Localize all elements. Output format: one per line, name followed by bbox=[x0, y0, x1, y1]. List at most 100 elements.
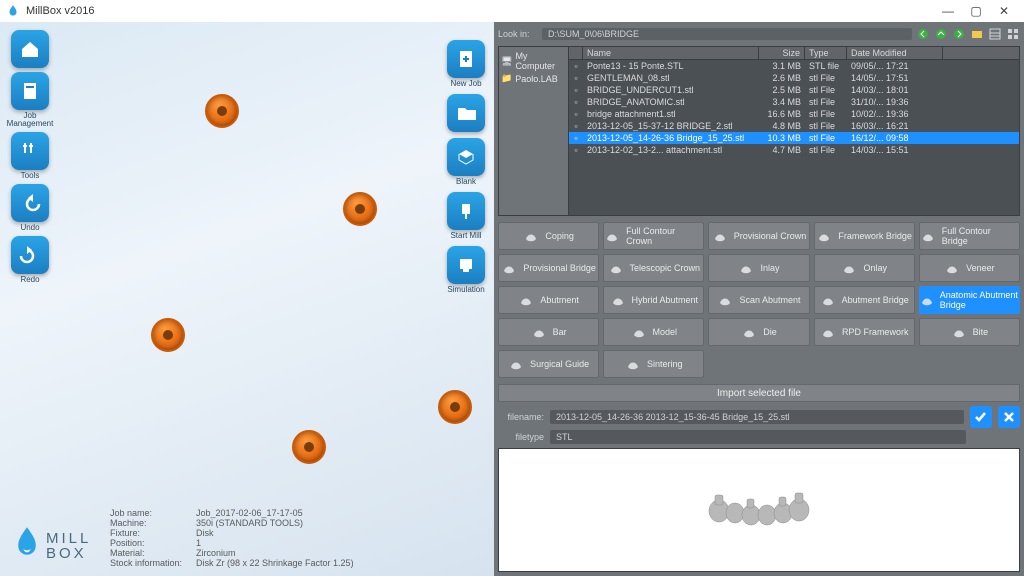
nav-up-icon[interactable] bbox=[934, 27, 948, 41]
app-icon bbox=[6, 4, 20, 18]
tool-tools[interactable]: Tools bbox=[8, 132, 52, 180]
filename-label: filename: bbox=[498, 412, 544, 422]
category-coping[interactable]: Coping bbox=[498, 222, 599, 250]
tool-undo[interactable]: Undo bbox=[8, 184, 52, 232]
category-icon bbox=[604, 228, 620, 244]
tool-simulation[interactable]: Simulation bbox=[444, 246, 488, 294]
file-row[interactable]: ▫2013-12-02_13-2... attachment.stl4.7 MB… bbox=[569, 144, 1019, 156]
import-button[interactable]: Import selected file bbox=[498, 384, 1020, 402]
start-mill-icon bbox=[447, 192, 485, 230]
file-row[interactable]: ▫bridge attachment1.stl16.6 MBstl File10… bbox=[569, 108, 1019, 120]
path-field[interactable]: D:\SUM_0\06\BRIDGE bbox=[542, 28, 912, 40]
tool-start-mill[interactable]: Start Mill bbox=[444, 192, 488, 240]
file-list-header: NameSizeTypeDate Modified bbox=[569, 47, 1019, 60]
category-provisional-bridge[interactable]: Provisional Bridge bbox=[498, 254, 599, 282]
jobinfo-key: Material: bbox=[110, 548, 190, 558]
file-row[interactable]: ▫2013-12-05_15-37-12 BRIDGE_2.stl4.8 MBs… bbox=[569, 120, 1019, 132]
category-sintering[interactable]: Sintering bbox=[603, 350, 704, 378]
category-icon bbox=[631, 324, 647, 340]
col-header[interactable]: Name bbox=[583, 47, 759, 59]
tool-redo[interactable]: Redo bbox=[8, 236, 52, 284]
col-header[interactable]: Size bbox=[759, 47, 805, 59]
category-anatomic-abutment-bridge[interactable]: Anatomic Abutment Bridge bbox=[919, 286, 1020, 314]
cancel-button[interactable] bbox=[998, 406, 1020, 428]
category-label: Hybrid Abutment bbox=[632, 295, 699, 305]
simulation-icon bbox=[447, 246, 485, 284]
tool-new-job[interactable]: New Job bbox=[444, 40, 488, 88]
tool-label: Redo bbox=[20, 276, 39, 284]
file-icon: ▫ bbox=[569, 144, 583, 156]
category-label: Telescopic Crown bbox=[630, 263, 701, 273]
nav-back-icon[interactable] bbox=[916, 27, 930, 41]
new-folder-icon[interactable] bbox=[970, 27, 984, 41]
category-die[interactable]: Die bbox=[708, 318, 809, 346]
tool-blank[interactable]: Blank bbox=[444, 138, 488, 186]
category-label: Coping bbox=[545, 231, 574, 241]
tool-home[interactable] bbox=[8, 30, 52, 68]
category-telescopic-crown[interactable]: Telescopic Crown bbox=[603, 254, 704, 282]
category-label: Framework Bridge bbox=[838, 231, 912, 241]
category-full-contour-crown[interactable]: Full Contour Crown bbox=[603, 222, 704, 250]
category-bite[interactable]: Bite bbox=[919, 318, 1020, 346]
category-bar[interactable]: Bar bbox=[498, 318, 599, 346]
category-provisional-crown[interactable]: Provisional Crown bbox=[708, 222, 809, 250]
category-hybrid-abutment[interactable]: Hybrid Abutment bbox=[603, 286, 704, 314]
file-row[interactable]: ▫GENTLEMAN_08.stl2.6 MBstl File14/05/...… bbox=[569, 72, 1019, 84]
col-header[interactable]: Type bbox=[805, 47, 847, 59]
tree-node[interactable]: 📁Paolo.LAB bbox=[501, 73, 566, 84]
view-list-icon[interactable] bbox=[988, 27, 1002, 41]
path-bar: Look in: D:\SUM_0\06\BRIDGE bbox=[498, 26, 1020, 42]
category-label: Onlay bbox=[863, 263, 887, 273]
file-list: NameSizeTypeDate Modified ▫Ponte13 - 15 … bbox=[569, 47, 1019, 215]
minimize-button[interactable]: — bbox=[934, 0, 962, 22]
category-abutment[interactable]: Abutment bbox=[498, 286, 599, 314]
category-icon bbox=[712, 228, 728, 244]
col-header[interactable]: Date Modified bbox=[847, 47, 943, 59]
category-surgical-guide[interactable]: Surgical Guide bbox=[498, 350, 599, 378]
file-icon: ▫ bbox=[569, 60, 583, 72]
close-button[interactable]: ✕ bbox=[990, 0, 1018, 22]
category-label: Anatomic Abutment Bridge bbox=[940, 290, 1019, 310]
file-row[interactable]: ▫BRIDGE_UNDERCUT1.stl2.5 MBstl File14/03… bbox=[569, 84, 1019, 96]
filetype-field[interactable]: STL bbox=[550, 430, 966, 444]
file-browser: 🖥My Computer 📁Paolo.LAB NameSizeTypeDate … bbox=[498, 46, 1020, 216]
tool-job-management[interactable]: Job Management bbox=[8, 72, 52, 128]
category-label: RPD Framework bbox=[842, 327, 909, 337]
category-icon bbox=[841, 260, 857, 276]
maximize-button[interactable]: ▢ bbox=[962, 0, 990, 22]
category-label: Scan Abutment bbox=[739, 295, 800, 305]
category-abutment-bridge[interactable]: Abutment Bridge bbox=[814, 286, 915, 314]
category-framework-bridge[interactable]: Framework Bridge bbox=[814, 222, 915, 250]
category-icon bbox=[820, 292, 836, 308]
category-model[interactable]: Model bbox=[603, 318, 704, 346]
category-veneer[interactable]: Veneer bbox=[919, 254, 1020, 282]
viewport-3d[interactable]: Job ManagementToolsUndo Redo New Job Blank… bbox=[0, 22, 494, 576]
category-onlay[interactable]: Onlay bbox=[814, 254, 915, 282]
view-detail-icon[interactable] bbox=[1006, 27, 1020, 41]
category-scan-abutment[interactable]: Scan Abutment bbox=[708, 286, 809, 314]
job-management-icon bbox=[11, 72, 49, 110]
tool-open[interactable] bbox=[444, 94, 488, 132]
file-row[interactable]: ▫Ponte13 - 15 Ponte.STL3.1 MBSTL file09/… bbox=[569, 60, 1019, 72]
category-icon bbox=[508, 356, 524, 372]
category-label: Provisional Bridge bbox=[523, 263, 596, 273]
category-label: Surgical Guide bbox=[530, 359, 589, 369]
category-full-contour-bridge[interactable]: Full Contour Bridge bbox=[919, 222, 1020, 250]
redo-icon bbox=[11, 236, 49, 274]
category-rpd-framework[interactable]: RPD Framework bbox=[814, 318, 915, 346]
tool-label: Start Mill bbox=[450, 232, 481, 240]
file-icon: ▫ bbox=[569, 96, 583, 108]
nav-fwd-icon[interactable] bbox=[952, 27, 966, 41]
category-label: Abutment bbox=[540, 295, 579, 305]
filename-field[interactable]: 2013-12-05_14-26-36 2013-12_15-36-45 Bri… bbox=[550, 410, 964, 424]
category-inlay[interactable]: Inlay bbox=[708, 254, 809, 282]
jobinfo-val: 350i (STANDARD TOOLS) bbox=[196, 518, 303, 528]
logo-line2: BOX bbox=[46, 546, 91, 561]
tool-label: Blank bbox=[456, 178, 476, 186]
folder-tree[interactable]: 🖥My Computer 📁Paolo.LAB bbox=[499, 47, 569, 215]
file-row[interactable]: ▫BRIDGE_ANATOMIC.stl3.4 MBstl File31/10/… bbox=[569, 96, 1019, 108]
tree-node[interactable]: 🖥My Computer bbox=[501, 51, 566, 71]
file-row[interactable]: ▫2013-12-05_14-26-36 Bridge_15_25.stl10.… bbox=[569, 132, 1019, 144]
titlebar: MillBox v2016 — ▢ ✕ bbox=[0, 0, 1024, 22]
confirm-button[interactable] bbox=[970, 406, 992, 428]
